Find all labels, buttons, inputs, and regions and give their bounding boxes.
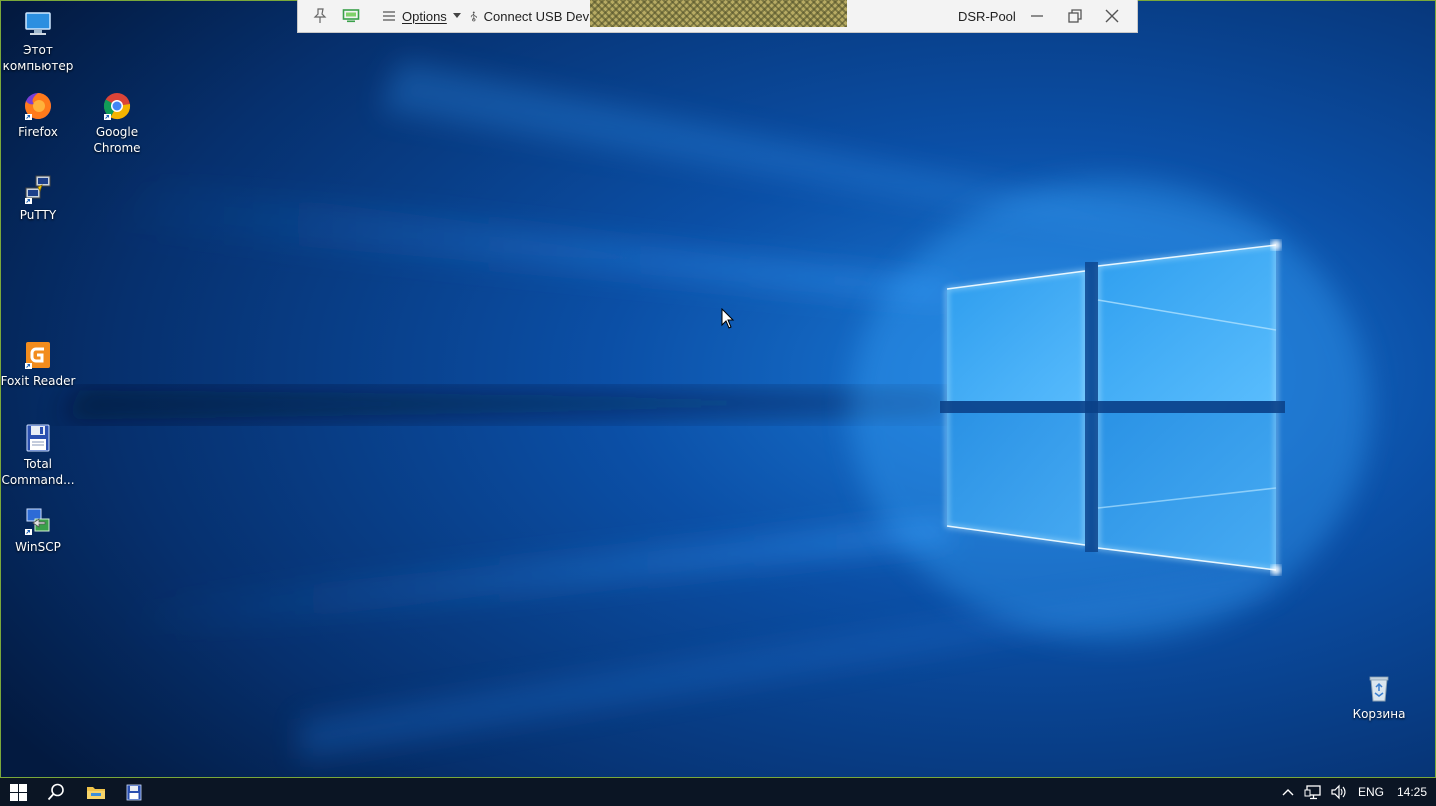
display-settings-icon[interactable] [340,0,362,32]
desktop-icon-winscp[interactable]: WinSCP [0,505,76,555]
desktop-icon-this-pc[interactable]: Этот компьютер [0,8,76,74]
taskbar: ENG 14:25 [0,778,1436,806]
search-icon [47,783,64,801]
desktop-icon-label: Этот компьютер [2,43,74,73]
close-button[interactable] [1100,0,1124,32]
winscp-icon [25,508,50,535]
restore-icon [1068,9,1082,23]
speaker-icon [1331,784,1346,800]
computer-icon [25,12,51,35]
desktop-icon-firefox[interactable]: Firefox [0,90,76,140]
volume-button[interactable] [1328,778,1350,806]
total-commander-taskbar-button[interactable] [116,778,152,806]
desktop-icon-label: Total Command... [1,457,75,487]
options-menu-button[interactable]: Options [382,0,461,32]
input-language-indicator[interactable]: ENG [1354,778,1388,806]
remote-desktop-screen: Этот компьютер Firefox Google Chrome PuT… [0,0,1436,806]
close-icon [1105,9,1119,23]
pin-icon[interactable] [310,0,330,32]
options-label: Options [402,8,447,24]
connection-name: DSR-Pool [958,8,1016,24]
windows-logo-icon [9,783,27,801]
show-hidden-icons-button[interactable] [1278,778,1298,806]
desktop-icon-label: Корзина [1352,707,1406,721]
usb-icon [470,11,477,22]
connect-usb-label: Connect USB Devi [483,8,592,24]
desktop-icon-label: Google Chrome [93,125,141,155]
file-explorer-taskbar-button[interactable] [78,778,114,806]
taskbar-clock[interactable]: 14:25 [1392,778,1432,806]
desktop-icon-chrome[interactable]: Google Chrome [79,90,155,156]
desktop-icon-recycle-bin[interactable]: Корзина [1341,672,1417,722]
foxit-reader-icon [25,342,50,369]
start-button[interactable] [0,778,36,806]
restore-button[interactable] [1064,0,1086,32]
desktop-icon-foxit-reader[interactable]: Foxit Reader [0,339,76,389]
floppy-disk-icon [26,424,50,452]
hamburger-icon [383,11,395,21]
minimize-button[interactable] [1026,0,1048,32]
floppy-disk-icon [126,784,142,800]
remote-session-toolbar: Options Connect USB Devi DSR-Pool [297,0,1138,33]
chevron-up-icon [1282,789,1294,796]
minimize-icon [1031,15,1043,17]
folder-icon [87,787,105,799]
firefox-icon [24,93,51,120]
desktop-icon-putty[interactable]: PuTTY [0,173,76,223]
caret-down-icon [452,13,461,18]
desktop-icon-total-commander[interactable]: Total Command... [0,422,76,488]
desktop-icon-label: WinSCP [15,540,61,554]
chrome-icon [103,93,131,120]
network-icon [1304,785,1321,800]
search-button[interactable] [38,778,74,806]
desktop-icon-label: PuTTY [19,208,57,222]
windows-wallpaper [0,0,1436,778]
putty-icon [25,175,51,204]
network-status-button[interactable] [1302,778,1324,806]
recycle-bin-icon [1369,676,1389,702]
mouse-cursor-icon [721,308,735,329]
redacted-region [590,0,847,27]
desktop-icon-label: Firefox [18,125,58,139]
desktop-icon-label: Foxit Reader [0,374,76,388]
connect-usb-device-button[interactable]: Connect USB Devi [470,0,592,32]
